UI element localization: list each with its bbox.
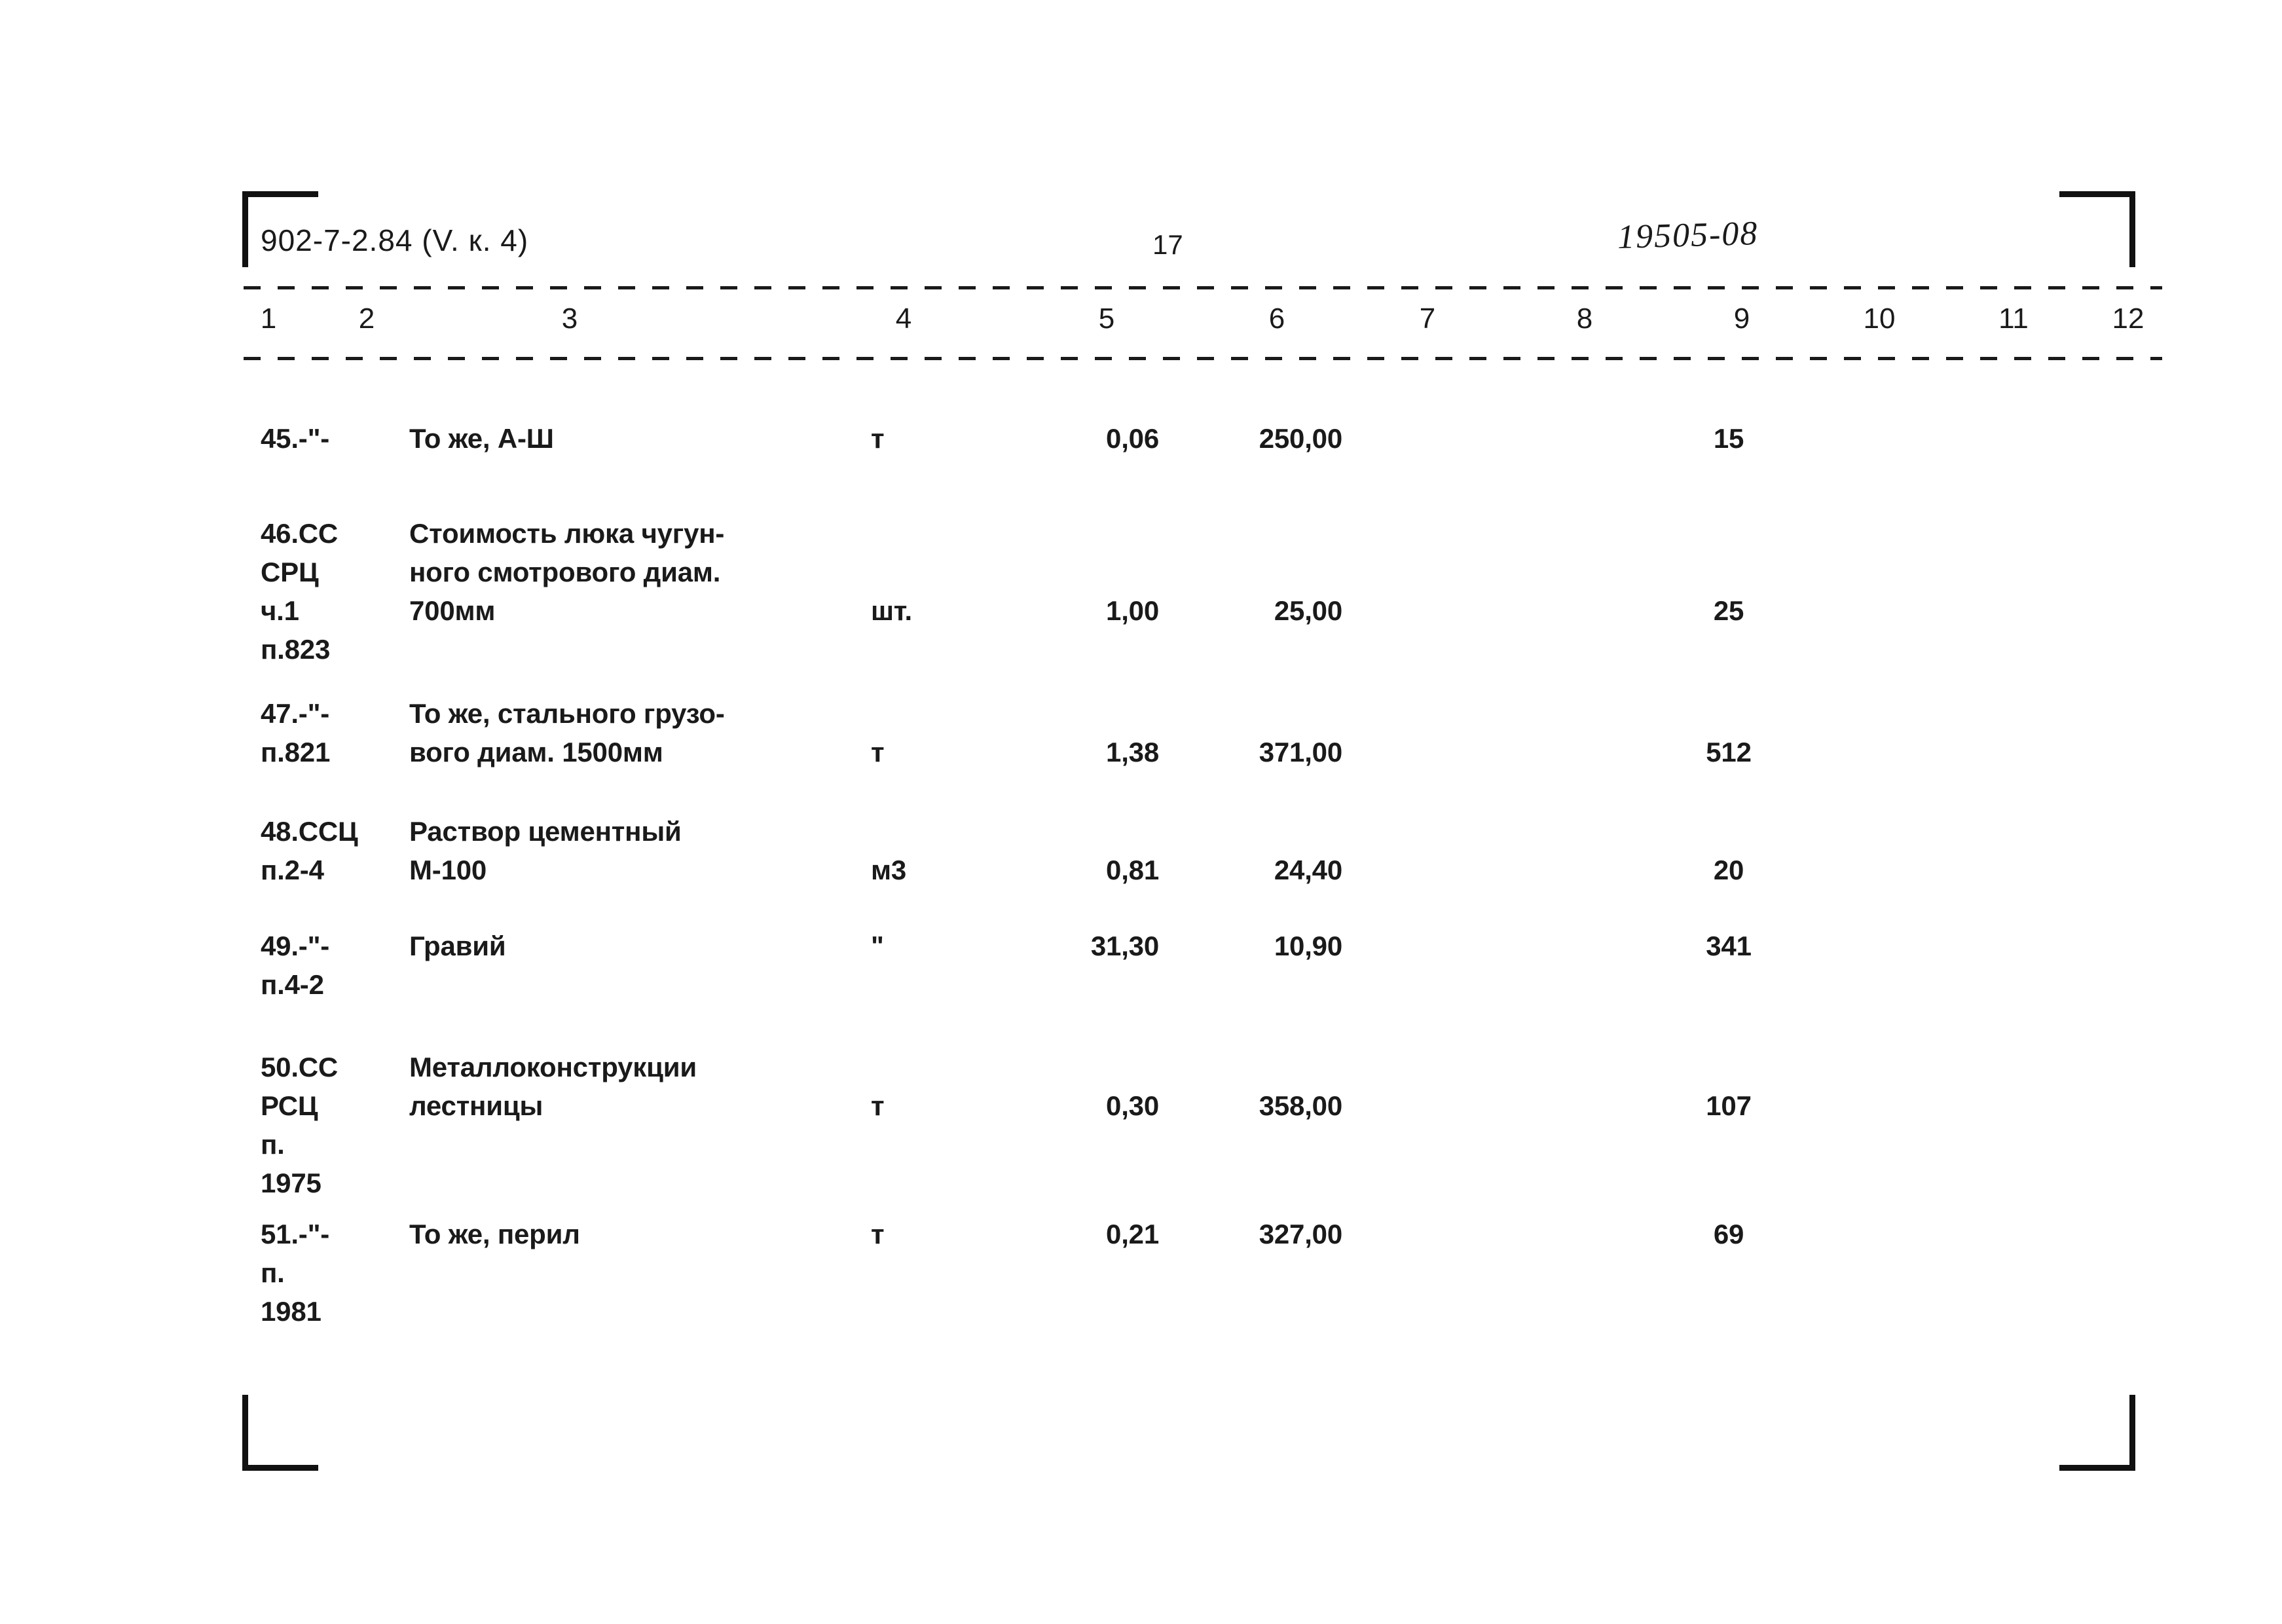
row-quantity-cell: 1,00: [1106, 595, 1159, 626]
row-quantity-cell: 1,38: [1106, 737, 1159, 767]
column-number-6: 6: [1268, 303, 1285, 335]
corner-mark-top-right: [2059, 191, 2135, 267]
column-number-10: 10: [1863, 303, 1896, 335]
row-description-cell: То же, стального грузо-вого диам. 1500мм: [409, 698, 725, 767]
row-total-cell: 15: [1713, 423, 1744, 454]
row-description-cell: То же, А-Ш: [409, 423, 554, 454]
header-rule-bottom: [244, 357, 2162, 360]
document-code: 902-7-2.84 (V. к. 4): [261, 223, 529, 257]
row-total-cell: 512: [1706, 737, 1752, 767]
row-quantity-cell: 0,21: [1106, 1219, 1159, 1249]
row-code-cell: 51.-"- п. 1981: [261, 1219, 330, 1327]
row-total-cell: 341: [1706, 931, 1752, 961]
row-price-cell: 250,00: [1259, 423, 1342, 454]
row-code-cell: 49.-"- п.4-2: [261, 931, 330, 1000]
column-number-7: 7: [1419, 303, 1436, 335]
column-number-11: 11: [1998, 303, 2029, 335]
row-code-cell: 48.ССЦ п.2-4: [261, 816, 358, 885]
row-code-cell: 47.-"- п.821: [261, 698, 331, 767]
column-number-strip: 1 2 3 4 5 6 7 8 9 10 11 12: [0, 303, 2282, 348]
row-quantity-cell: 31,30: [1090, 931, 1159, 961]
column-number-8: 8: [1576, 303, 1593, 335]
column-number-3: 3: [561, 303, 578, 335]
row-code-cell: 50.СС РСЦ п. 1975: [261, 1052, 339, 1198]
row-price-cell: 24,40: [1274, 855, 1342, 885]
page-number: 17: [1152, 229, 1183, 260]
column-number-9: 9: [1733, 303, 1750, 335]
row-description-cell: Гравий: [409, 931, 506, 961]
column-number-12: 12: [2112, 303, 2144, 335]
row-description-cell: Стоимость люка чугун-ного смотрового диа…: [409, 518, 725, 626]
row-price-cell: 371,00: [1259, 737, 1342, 767]
row-description-cell: Раствор цементный М-100: [409, 816, 682, 885]
row-description-cell: То же, перил: [409, 1219, 580, 1249]
row-total-cell: 107: [1706, 1090, 1752, 1121]
row-unit-cell: м3: [871, 855, 907, 885]
row-price-cell: 10,90: [1274, 931, 1342, 961]
row-price-cell: 358,00: [1259, 1090, 1342, 1121]
row-total-cell: 20: [1713, 855, 1744, 885]
column-number-4: 4: [895, 303, 912, 335]
row-unit-cell: шт.: [871, 595, 912, 626]
row-total-cell: 25: [1713, 595, 1744, 626]
corner-mark-bottom-left: [242, 1395, 318, 1471]
row-unit-cell: т: [871, 423, 885, 454]
row-unit-cell: т: [871, 737, 885, 767]
document-page: 902-7-2.84 (V. к. 4) 17 19505-08 1234567…: [0, 0, 2282, 1624]
column-number-1: 1: [260, 303, 277, 335]
row-description-cell: Металлоконструкции лестницы: [409, 1052, 697, 1121]
row-unit-cell: т: [871, 1090, 885, 1121]
row-quantity-cell: 0,06: [1106, 423, 1159, 454]
row-quantity-cell: 0,30: [1106, 1090, 1159, 1121]
row-price-cell: 327,00: [1259, 1219, 1342, 1249]
row-quantity-cell: 0,81: [1106, 855, 1159, 885]
row-code-cell: 46.СС СРЦ ч.1 п.823: [261, 518, 339, 665]
row-code-cell: 45.-"-: [261, 423, 330, 454]
corner-mark-bottom-right: [2059, 1395, 2135, 1471]
row-total-cell: 69: [1713, 1219, 1744, 1249]
column-number-2: 2: [358, 303, 375, 335]
row-unit-cell: ": [871, 931, 884, 961]
row-price-cell: 25,00: [1274, 595, 1342, 626]
row-unit-cell: т: [871, 1219, 885, 1249]
handwritten-archive-code: 19505-08: [1617, 215, 1759, 256]
column-number-5: 5: [1098, 303, 1115, 335]
header-rule-top: [244, 286, 2162, 289]
